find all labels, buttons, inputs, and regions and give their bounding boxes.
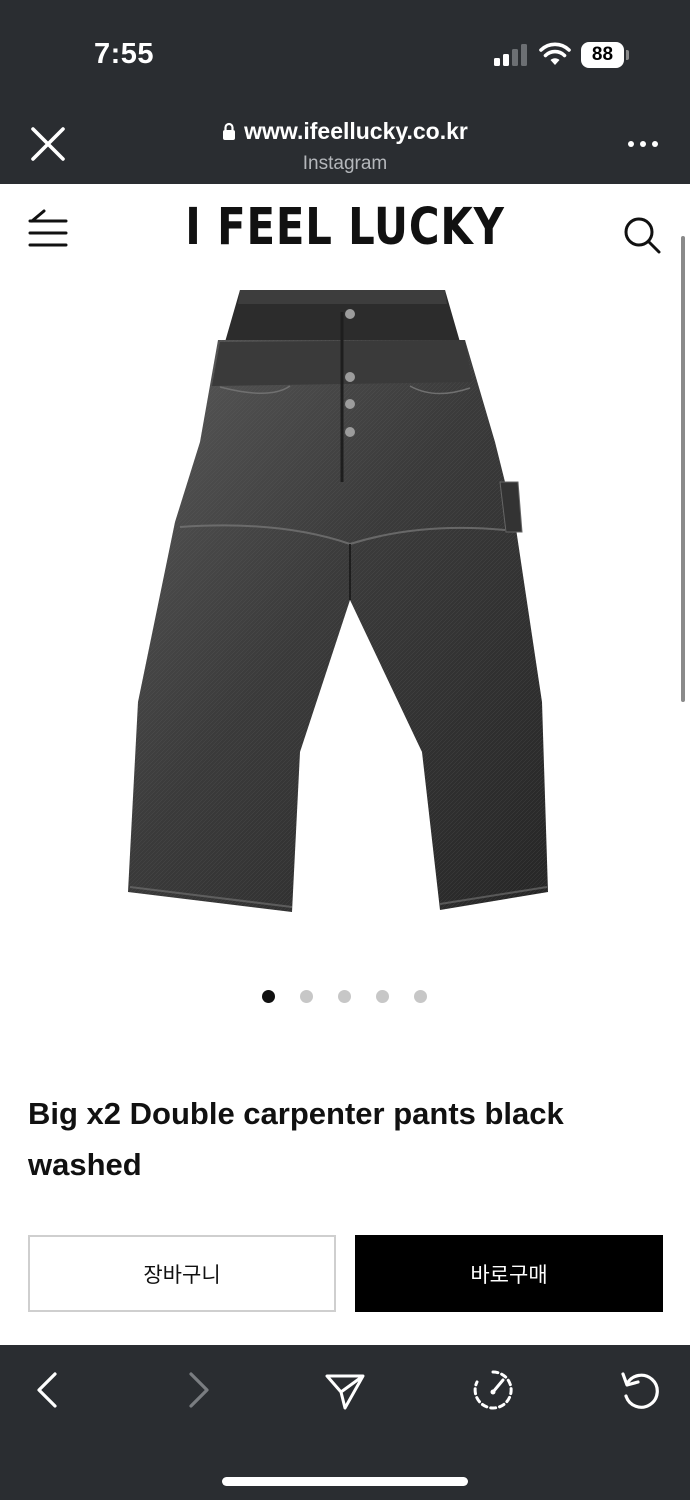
speed-icon[interactable]: [471, 1368, 515, 1412]
carousel-dot[interactable]: [262, 990, 275, 1003]
battery-cap: [626, 50, 629, 60]
battery-indicator: 88: [581, 42, 629, 68]
carousel-dot[interactable]: [376, 990, 389, 1003]
site-logo[interactable]: I FEEL LUCKY: [62, 198, 628, 257]
carousel-dot[interactable]: [300, 990, 313, 1003]
buy-now-label: 바로구매: [470, 1263, 548, 1287]
search-icon[interactable]: [622, 215, 662, 255]
product-title: Big x2 Double carpenter pants black wash…: [28, 1096, 564, 1182]
product-image[interactable]: [120, 282, 560, 922]
reload-icon[interactable]: [619, 1368, 663, 1412]
address-bar[interactable]: www.ifeellucky.co.kr: [0, 118, 690, 145]
send-icon[interactable]: [323, 1368, 367, 1412]
battery-level: 88: [591, 44, 614, 65]
more-icon[interactable]: [626, 134, 660, 154]
lock-icon: [223, 122, 236, 140]
buy-now-button[interactable]: 바로구매: [355, 1235, 663, 1312]
forward-icon[interactable]: [176, 1368, 220, 1412]
url-text: www.ifeellucky.co.kr: [244, 118, 468, 144]
status-time: 7:55: [94, 38, 155, 70]
carousel-dot[interactable]: [338, 990, 351, 1003]
scrollbar[interactable]: [681, 236, 685, 702]
add-to-cart-button[interactable]: 장바구니: [28, 1235, 336, 1312]
browser-top-bar: 7:55 88 www.ifeellucky.co.kr Instagram: [0, 0, 690, 184]
add-to-cart-label: 장바구니: [143, 1263, 221, 1287]
back-icon[interactable]: [26, 1368, 70, 1412]
carousel-dot[interactable]: [414, 990, 427, 1003]
wifi-icon: [539, 42, 571, 65]
source-label: Instagram: [302, 153, 388, 174]
home-indicator[interactable]: [222, 1477, 468, 1486]
cellular-signal-icon: [494, 44, 527, 66]
